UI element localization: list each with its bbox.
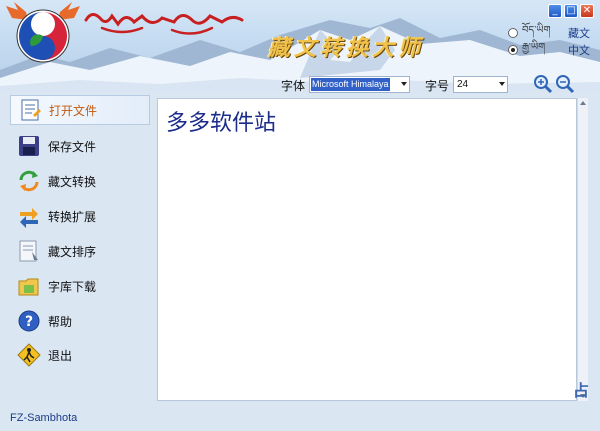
sidebar-item-save-file[interactable]: 保存文件 [10,131,150,161]
sidebar-item-help[interactable]: ? 帮助 [10,306,150,336]
sort-icon [19,240,38,262]
window-controls: _ □ ✕ [548,4,594,18]
radio-tibetan[interactable] [508,27,518,38]
sidebar-item-label: 保存文件 [48,139,97,154]
language-label: 中文 [568,43,590,57]
app-logo-icon [6,2,80,63]
font-toolbar: 字体 Microsoft Himalaya 字号 24 [0,76,600,94]
sidebar-item-exit[interactable]: 退出 [10,340,150,370]
editor-content[interactable]: 多多软件站 [166,105,276,137]
sidebar-item-font-download[interactable]: 字库下载 [10,271,150,301]
status-text: FZ-Sambhota [10,412,78,424]
sidebar-item-label: 转换扩展 [48,209,97,224]
text-editor[interactable]: 多多软件站 [157,98,577,401]
exit-icon [17,343,41,367]
sidebar-item-label: 退出 [48,348,73,363]
font-select-value: Microsoft Himalaya [311,78,390,91]
zoom-in-icon[interactable] [533,74,553,94]
sidebar-item-label: 帮助 [48,314,73,329]
font-select[interactable]: Microsoft Himalaya [309,76,410,93]
size-select[interactable]: 24 [453,76,508,93]
close-button[interactable]: ✕ [580,4,594,18]
font-label: 字体 [281,79,306,93]
sidebar: 打开文件 保存文件 藏文转换 转换扩展 藏文排序 字库下载 ? 帮助 退出 [0,94,155,404]
extend-icon [20,208,38,228]
minimize-button[interactable]: _ [548,4,562,18]
language-option-chinese[interactable]: རྒྱ་ཡིག 中文 [508,41,590,58]
watermark: 占 [573,381,590,400]
sidebar-item-label: 打开文件 [49,103,98,118]
chevron-down-icon [499,82,505,86]
tibetan-title-art [84,13,244,35]
language-selector: བོད་ཡིག 藏文 རྒྱ་ཡིག 中文 [508,24,590,58]
app-title: 藏文转换大师 [268,35,425,61]
convert-icon [19,170,39,192]
scroll-up-icon[interactable] [580,101,586,105]
size-select-value: 24 [457,79,469,90]
sidebar-item-convert[interactable]: 藏文转换 [10,166,150,196]
sidebar-item-sort[interactable]: 藏文排序 [10,236,150,266]
language-native-label: རྒྱ་ཡིག [522,41,546,53]
app-window: 藏文转换大师 _ □ ✕ བོད་ཡིག 藏文 རྒྱ་ཡིག 中文 字体 Mi… [0,0,600,431]
svg-text:?: ? [25,314,33,330]
size-label: 字号 [425,79,450,93]
sidebar-item-extend[interactable]: 转换扩展 [10,201,150,231]
sidebar-item-label: 字库下载 [48,279,97,294]
radio-chinese[interactable] [508,44,518,55]
sidebar-item-label: 藏文转换 [48,174,97,189]
zoom-out-icon[interactable] [555,74,575,94]
sidebar-item-open-file[interactable]: 打开文件 [10,95,150,125]
sidebar-item-label: 藏文排序 [48,244,97,259]
vertical-scrollbar[interactable] [577,98,588,401]
chevron-down-icon [401,82,407,86]
help-icon: ? [18,310,40,332]
open-file-icon [21,99,41,121]
font-download-icon [18,278,39,296]
save-icon [19,136,39,156]
language-label: 藏文 [568,26,590,40]
maximize-button[interactable]: □ [564,4,578,18]
